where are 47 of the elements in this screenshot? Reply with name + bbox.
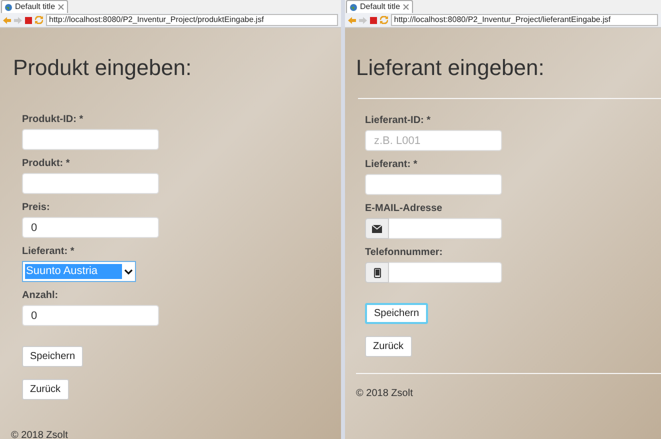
stop-icon[interactable]	[370, 16, 377, 24]
address-field[interactable]: http://localhost:8080/P2_Inventur_Project/lieferantEingabe.jsf	[391, 14, 658, 26]
forward-arrow-icon[interactable]	[359, 16, 367, 24]
form-button[interactable]: Speichern	[22, 346, 84, 367]
refresh-icon[interactable]	[380, 16, 388, 24]
field-label: Anzahl:	[22, 290, 60, 302]
text-field[interactable]	[22, 129, 159, 150]
field-label: Lieferant: *	[22, 246, 76, 258]
chevron-down-icon	[124, 268, 133, 274]
back-arrow-icon[interactable]	[3, 16, 11, 24]
text-field[interactable]: z.B. L001	[365, 130, 502, 151]
field-label: Produkt: *	[22, 158, 71, 170]
field-label: Lieferant-ID: *	[365, 115, 432, 127]
form-button[interactable]: Speichern	[365, 303, 428, 324]
globe-icon	[5, 4, 12, 10]
refresh-icon[interactable]	[35, 16, 43, 24]
envelope-icon	[372, 224, 382, 232]
field-label: E-MAIL-Adresse	[365, 203, 444, 215]
text-field[interactable]: 0	[22, 305, 159, 326]
text-field[interactable]	[22, 173, 159, 194]
text-field[interactable]: 0	[22, 217, 159, 238]
globe-icon	[350, 4, 357, 10]
back-arrow-icon[interactable]	[348, 16, 356, 24]
field-label: Telefonnummer:	[365, 247, 444, 259]
browser-tab[interactable]: Default title	[1, 0, 68, 13]
tab-title: Default title	[15, 1, 56, 13]
page-heading: Produkt eingeben:	[13, 54, 193, 82]
field-label: Preis:	[22, 202, 51, 214]
form-button[interactable]: Zurück	[22, 379, 69, 400]
selected-option: Suunto Austria	[25, 264, 122, 279]
forward-arrow-icon[interactable]	[14, 16, 22, 24]
field-label: Lieferant: *	[365, 159, 418, 171]
footer-text: © 2018 Zsolt	[356, 388, 413, 399]
input-field[interactable]	[389, 218, 502, 239]
text-field[interactable]	[365, 174, 502, 195]
phone-icon	[374, 268, 380, 278]
close-icon[interactable]	[58, 4, 64, 10]
input-field[interactable]	[389, 262, 502, 283]
browser-tab[interactable]: Default title	[346, 0, 414, 13]
tab-title: Default title	[360, 1, 400, 13]
stop-icon[interactable]	[25, 16, 32, 24]
field-label: Produkt-ID: *	[22, 114, 84, 126]
footer-text: © 2018 Zsolt	[11, 430, 68, 439]
form-button[interactable]: Zurück	[365, 336, 412, 357]
page-heading: Lieferant eingeben:	[356, 54, 546, 82]
address-field[interactable]: http://localhost:8080/P2_Inventur_Project/produktEingabe.jsf	[46, 14, 338, 26]
close-icon[interactable]	[403, 4, 410, 10]
